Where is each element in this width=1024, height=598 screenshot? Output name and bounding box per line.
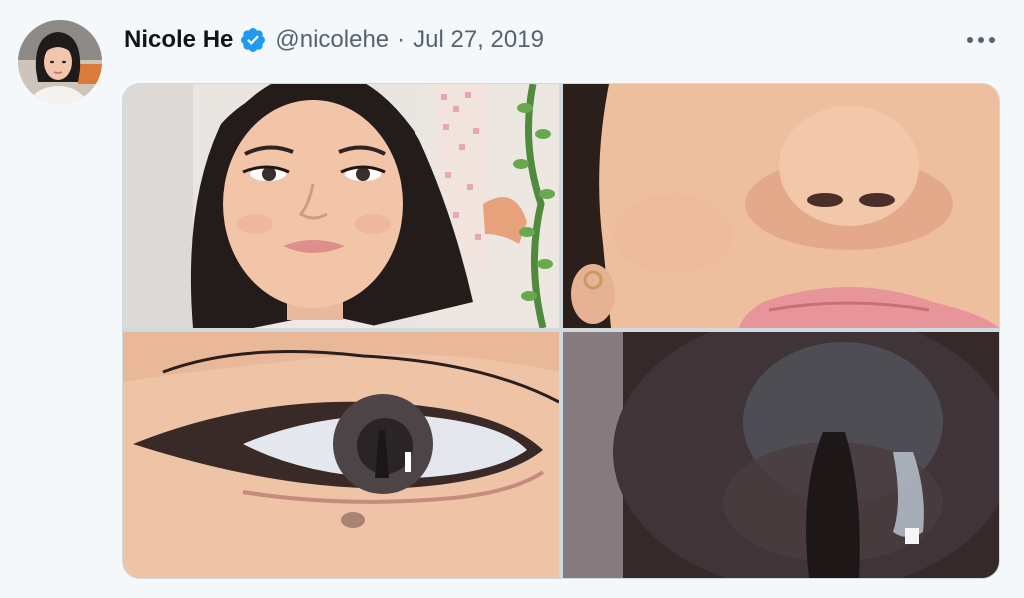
avatar-image [18, 20, 102, 104]
photo-3-eye[interactable] [123, 332, 559, 578]
more-options-icon[interactable] [964, 26, 998, 54]
photo-1-selfie[interactable] [123, 84, 559, 328]
verified-badge-icon [239, 26, 267, 54]
avatar[interactable] [18, 20, 102, 104]
tweet: Nicole He @nicolehe · Jul 27, 2019 [0, 0, 1024, 598]
tweet-header: Nicole He @nicolehe · Jul 27, 2019 [124, 22, 544, 58]
author-handle[interactable]: @nicolehe [275, 26, 389, 54]
photo-2-nose-lips[interactable] [563, 84, 999, 328]
author-name[interactable]: Nicole He [124, 26, 233, 54]
media-grid [122, 83, 1000, 579]
separator-dot: · [397, 26, 406, 53]
tweet-date[interactable]: Jul 27, 2019 [413, 26, 544, 54]
photo-4-pupil[interactable] [563, 332, 999, 578]
